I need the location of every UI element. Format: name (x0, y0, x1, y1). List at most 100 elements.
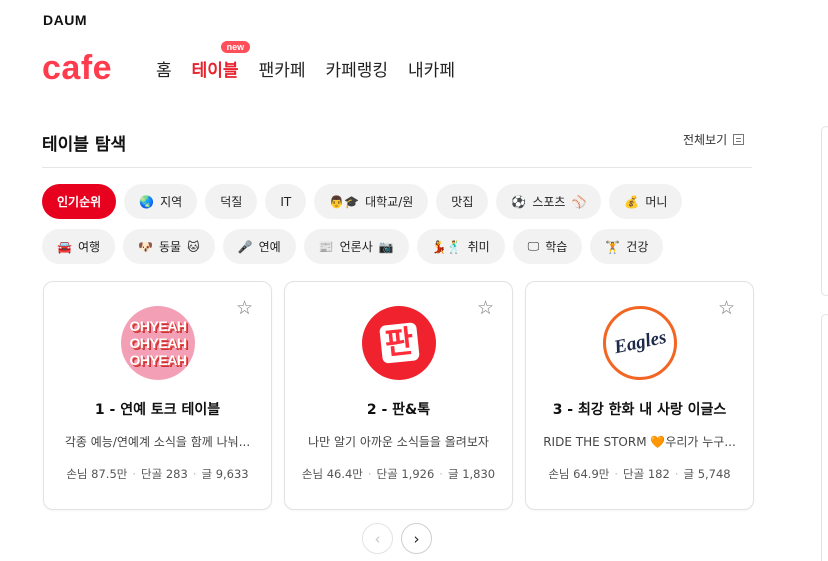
list-icon (733, 134, 745, 145)
camera-icon: 📷 (378, 239, 394, 254)
guests-count: 64.9만 (573, 467, 610, 481)
chip-press[interactable]: 📰 언론사 📷 (303, 229, 409, 264)
nav-cafe-ranking[interactable]: 카페랭킹 (325, 56, 388, 81)
dancers-icon: 💃🕺 (431, 239, 462, 254)
star-icon[interactable]: ☆ (477, 299, 494, 318)
posts-count: 1,830 (462, 467, 496, 481)
card-thumbnail: 판 (362, 306, 436, 380)
thumb-text: Eagles (611, 326, 668, 359)
chip-label: 연예 (258, 240, 281, 254)
card-description: RIDE THE STORM 🧡우리가 누구... (543, 435, 736, 449)
chip-label: 스포츠 (532, 195, 566, 209)
thumb-text: 판 (378, 322, 420, 364)
chip-health[interactable]: 🏋 건강 (590, 229, 664, 264)
nav-fancafe[interactable]: 팬카페 (259, 56, 306, 81)
side-panel-edge (821, 314, 828, 561)
side-panel-edge (821, 126, 828, 296)
thumb-text: OHYEAH (129, 351, 187, 368)
table-card[interactable]: ☆ 판 2 - 판&톡 나만 알기 아까운 소식들을 올려보자 손님 46.4만… (284, 281, 513, 510)
nav-table-label: 테이블 (191, 61, 239, 81)
guests-count: 87.5만 (91, 467, 128, 481)
regulars-count: 1,926 (401, 467, 435, 481)
chip-region[interactable]: 🌏 지역 (124, 184, 198, 219)
carousel-pager: ‹ › (362, 523, 432, 554)
section-title: 테이블 탐색 (42, 135, 127, 155)
table-card[interactable]: ☆ OHYEAH OHYEAH OHYEAH 1 - 연예 토크 테이블 각종 … (43, 281, 272, 510)
thumb-text: OHYEAH (129, 334, 187, 351)
chip-fandom[interactable]: 덕질 (205, 184, 258, 219)
chip-study[interactable]: 🖵 학습 (512, 229, 583, 264)
chip-it[interactable]: IT (265, 184, 307, 219)
guests-label: 손님 (548, 467, 570, 481)
monitor-icon: 🖵 (527, 239, 540, 253)
car-icon: 🚘 (57, 239, 72, 254)
regulars-count: 182 (647, 467, 670, 481)
prev-button[interactable]: ‹ (362, 523, 393, 554)
table-card[interactable]: ☆ Eagles 3 - 최강 한화 내 사랑 이글스 RIDE THE STO… (525, 281, 754, 510)
chip-travel[interactable]: 🚘 여행 (42, 229, 116, 264)
category-chips-row-1: 인기순위 🌏 지역 덕질 IT 👨🎓 대학교/원 맛집 ⚽ 스포츠 ⚾ 💰 머니 (42, 184, 683, 219)
daum-brand-logo[interactable]: DAUM (43, 12, 87, 28)
money-bag-icon: 💰 (624, 194, 640, 209)
card-title: 1 - 연예 토크 테이블 (94, 402, 221, 418)
chip-label: 취미 (467, 240, 490, 254)
view-all-link[interactable]: 전체보기 (683, 131, 745, 148)
regulars-label: 단골 (376, 467, 398, 481)
globe-icon: 🌏 (139, 194, 155, 209)
next-button[interactable]: › (401, 523, 432, 554)
nav-home[interactable]: 홈 (156, 56, 172, 81)
posts-count: 9,633 (215, 467, 249, 481)
chip-hobby[interactable]: 💃🕺 취미 (416, 229, 505, 264)
chip-label: 대학교/원 (365, 195, 414, 209)
view-all-label: 전체보기 (683, 133, 728, 147)
section-divider (42, 167, 752, 168)
card-description: 각종 예능/연예계 소식을 함께 나눠... (64, 435, 251, 449)
card-title: 3 - 최강 한화 내 사랑 이글스 (552, 402, 727, 418)
chip-label: IT (280, 194, 292, 209)
chevron-right-icon: › (413, 529, 420, 548)
chip-label: 여행 (77, 240, 101, 254)
newspaper-icon: 📰 (318, 239, 334, 254)
new-badge: new (220, 41, 251, 53)
dog-icon: 🐶 (138, 239, 153, 254)
chip-label: 인기순위 (57, 195, 102, 209)
guests-label: 손님 (301, 467, 324, 481)
chip-label: 맛집 (451, 195, 474, 209)
posts-count: 5,748 (697, 467, 731, 481)
card-stats: 손님 87.5만 · 단골 283 · 글 9,633 (66, 467, 249, 481)
nav-table[interactable]: 테이블 new (191, 41, 251, 81)
baseball-icon: ⚾ (571, 194, 587, 209)
cafe-logo[interactable]: cafe (42, 49, 112, 88)
nav-my-cafe[interactable]: 내카페 (408, 56, 455, 81)
guests-count: 46.4만 (326, 467, 363, 481)
chip-entertainment[interactable]: 🎤 연예 (222, 229, 296, 264)
chip-animals[interactable]: 🐶 동물 🐱 (123, 229, 215, 264)
chip-sports[interactable]: ⚽ 스포츠 ⚾ (496, 184, 602, 219)
posts-label: 글 (201, 467, 213, 481)
chip-money[interactable]: 💰 머니 (609, 184, 683, 219)
chip-label: 학습 (545, 240, 568, 254)
microphone-icon: 🎤 (237, 239, 253, 254)
chevron-left-icon: ‹ (374, 529, 381, 548)
table-cards: ☆ OHYEAH OHYEAH OHYEAH 1 - 연예 토크 테이블 각종 … (43, 281, 754, 510)
cat-icon: 🐱 (187, 239, 200, 254)
chip-label: 건강 (626, 240, 649, 254)
regulars-label: 단골 (141, 467, 163, 481)
card-thumbnail: OHYEAH OHYEAH OHYEAH (121, 306, 195, 380)
chip-label: 동물 (159, 240, 182, 254)
posts-label: 글 (447, 467, 459, 481)
card-title: 2 - 판&톡 (366, 402, 431, 418)
chip-restaurants[interactable]: 맛집 (436, 184, 489, 219)
chip-label: 덕질 (220, 195, 243, 209)
star-icon[interactable]: ☆ (236, 299, 253, 318)
card-stats: 손님 64.9만 · 단골 182 · 글 5,748 (548, 467, 731, 481)
star-icon[interactable]: ☆ (718, 299, 735, 318)
card-description: 나만 알기 아까운 소식들을 올려보자 (308, 435, 489, 449)
chip-university[interactable]: 👨🎓 대학교/원 (314, 184, 429, 219)
regulars-label: 단골 (623, 467, 645, 481)
chip-label: 머니 (645, 195, 668, 209)
chip-popular-ranking[interactable]: 인기순위 (42, 184, 117, 219)
card-thumbnail: Eagles (603, 306, 677, 380)
top-navigation: 홈 테이블 new 팬카페 카페랭킹 내카페 (156, 41, 455, 81)
thumb-text: OHYEAH (129, 317, 187, 334)
